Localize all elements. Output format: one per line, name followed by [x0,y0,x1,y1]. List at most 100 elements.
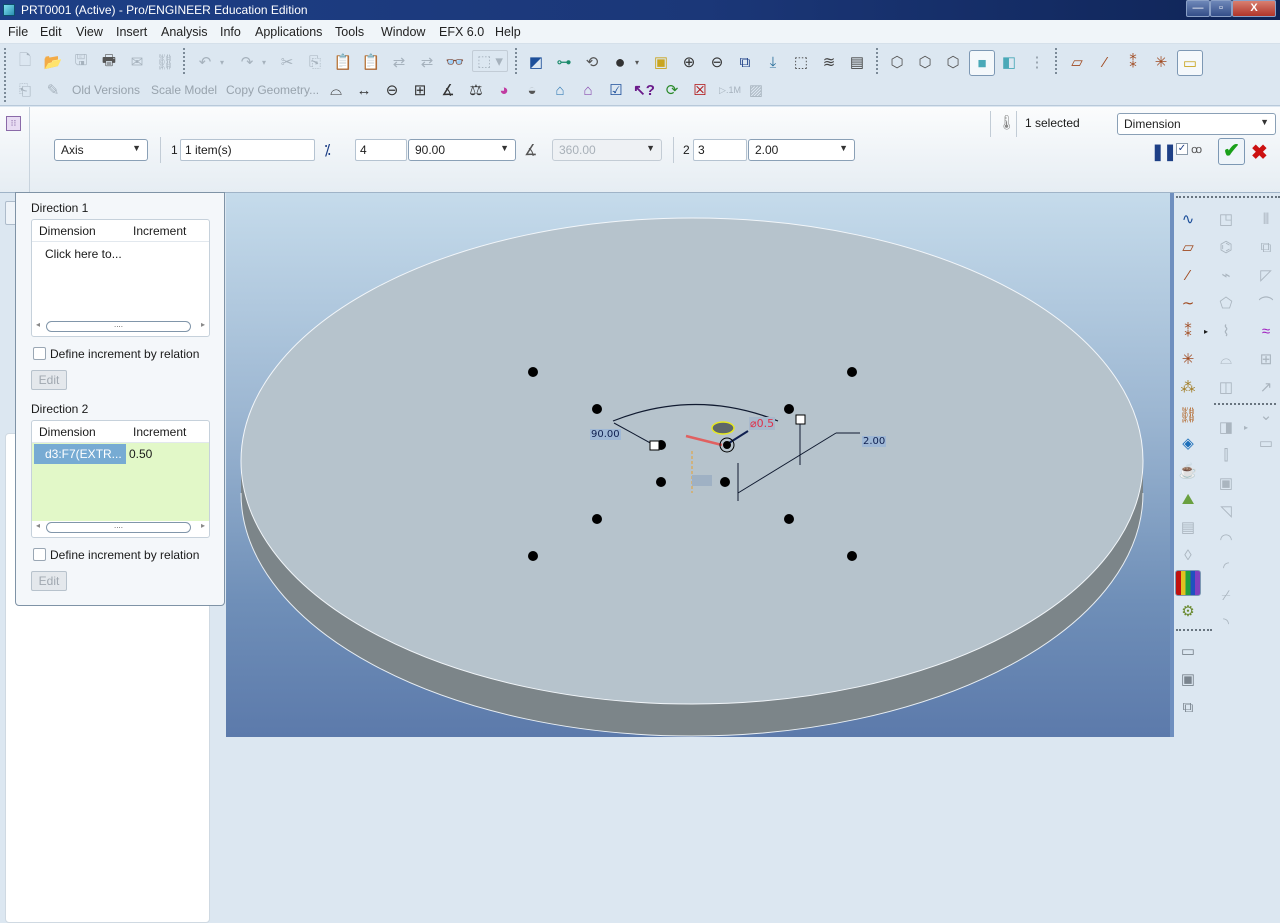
chamfer-icon[interactable]: ◜ [1214,555,1238,579]
direction1-relation-checkbox[interactable] [33,347,46,360]
fill-icon[interactable]: ◫ [1214,375,1238,399]
scroll-thumb[interactable]: .... [46,321,191,332]
no-hidden-icon[interactable]: ⬡ [942,51,964,73]
project-icon[interactable]: ↗ [1254,375,1278,399]
direction1-edit-button[interactable]: Edit [31,370,67,390]
direction2-relation-checkbox[interactable] [33,548,46,561]
layers-icon[interactable]: ≋ [818,51,840,73]
shading-edges-icon[interactable]: ◧ [998,51,1020,73]
close-button[interactable]: X [1232,0,1276,17]
toolbar-grip[interactable] [4,48,6,74]
model-tree-icon[interactable]: ⋮ [1026,51,1048,73]
measure-area-icon[interactable]: ⊞ [409,79,431,101]
save-icon[interactable]: 🖫 [70,51,92,73]
cancel-button[interactable]: ✖ [1251,140,1268,165]
shape-icon[interactable]: ◊ [1176,543,1200,567]
appearance-dropdown-icon[interactable]: ▾ [631,51,643,73]
measure-angle-icon[interactable]: ∡ [437,79,459,101]
menu-efx[interactable]: EFX 6.0 [439,25,484,39]
pattern-point[interactable] [847,367,857,377]
find-icon[interactable]: 👓 [444,51,466,73]
graphics-window[interactable]: 90.00 ⌀0.5 2.00 [226,193,1170,737]
shading-icon[interactable]: ■ [969,50,995,76]
save-copy-icon[interactable]: ⎗ [14,79,36,101]
teapot-icon[interactable]: ☕ [1176,459,1200,483]
direction1-table[interactable]: Dimension Increment Click here to... ◂ .… [31,219,210,337]
angular-extent-icon[interactable]: ∡ [524,141,537,159]
angle-dimension-label[interactable]: 90.00 [590,429,621,440]
toolbar-grip[interactable] [1176,196,1280,198]
paste-special-icon[interactable]: 📋 [360,51,382,73]
mass-properties-icon[interactable]: ⚖ [465,79,487,101]
send-link-icon[interactable]: ⛓ [154,51,176,73]
scroll-thumb[interactable]: .... [46,522,191,533]
table-row[interactable]: d3:F7(EXTR... 0.50 [32,444,209,464]
direction2-table[interactable]: Dimension Increment d3:F7(EXTR... 0.50 ◂… [31,420,210,538]
menu-analysis[interactable]: Analysis [161,25,208,39]
pattern-point[interactable] [784,404,794,414]
menu-file[interactable]: File [8,25,28,39]
mechanism-icon[interactable]: ⚙ [1176,599,1200,623]
horizontal-scrollbar[interactable]: ◂ .... ▸ [34,320,207,333]
pattern-point[interactable] [784,514,794,524]
flip-direction-icon[interactable]: ⁒ [324,141,331,159]
color-map-icon[interactable] [1175,570,1201,596]
zoom-out-icon[interactable]: ⊖ [706,51,728,73]
datum-point-icon[interactable]: ⁑ [1176,319,1200,343]
pattern-point[interactable] [847,551,857,561]
analysis-feature-icon[interactable]: ⁂ [1176,375,1200,399]
dim-param-icon[interactable]: ▷.1M [717,79,743,101]
datum-axis-icon[interactable]: ⁄ [1176,263,1200,287]
old-versions-button[interactable]: Old Versions [72,83,140,97]
spin-center-icon[interactable]: ⊶ [553,51,575,73]
draft-icon[interactable]: ◹ [1214,499,1238,523]
section-analysis-icon[interactable]: ⌂ [577,79,599,101]
menu-help[interactable]: Help [495,25,521,39]
copy-geometry-button[interactable]: Copy Geometry... [226,83,319,97]
hidden-line-icon[interactable]: ⬡ [914,51,936,73]
direction2-increment-select[interactable]: 2.00 ▼ [748,139,855,161]
pattern-point[interactable] [720,477,730,487]
undo-icon[interactable]: ↶ [194,51,216,73]
undo-dropdown-icon[interactable]: ▾ [216,51,228,73]
model-display-icon[interactable]: ▣ [650,51,672,73]
shell-icon[interactable]: ▣ [1214,471,1238,495]
maximize-button[interactable]: ▫ [1210,0,1232,17]
boundary-blend-icon[interactable]: ⌓ [1214,347,1238,371]
preview-checkbox[interactable]: ✓ [1176,143,1188,155]
mirror-part-icon[interactable]: ✎ [42,79,64,101]
send-mail-icon[interactable]: ✉ [126,51,148,73]
reorient-icon[interactable]: ⤓ [762,51,784,73]
redo-dropdown-icon[interactable]: ▾ [258,51,270,73]
pattern-point[interactable] [656,477,666,487]
sweep-icon[interactable]: ⌁ [1214,263,1238,287]
print-icon[interactable]: 🖶 [98,51,120,73]
direction2-edit-button[interactable]: Edit [31,571,67,591]
increment-dimension-label[interactable]: 2.00 [862,436,887,447]
sketch-icon[interactable]: ∿ [1176,207,1200,231]
extrude-icon[interactable]: ◳ [1214,207,1238,231]
cut-icon[interactable]: ✂ [276,51,298,73]
helical-sweep-icon[interactable]: ⌇ [1214,319,1238,343]
menu-edit[interactable]: Edit [40,25,62,39]
selection-box-icon[interactable]: ⬚ ▾ [472,50,508,72]
appearance-icon[interactable]: ● [609,51,631,73]
view-manager-icon[interactable]: ▤ [846,51,868,73]
style-state-icon[interactable]: ▭ [1176,639,1200,663]
scale-model-button[interactable]: Scale Model [151,83,217,97]
scroll-left-icon[interactable]: ◂ [36,320,40,329]
menu-applications[interactable]: Applications [255,25,322,39]
datum-axes-icon[interactable]: ⁄ [1094,51,1116,73]
redo-icon[interactable]: ↷ [236,51,258,73]
document-icon[interactable]: ▤ [1176,515,1200,539]
pattern-icon[interactable]: ⊞ [1254,347,1278,371]
window-activate-icon[interactable]: ☑ [605,79,627,101]
coordinate-system-icon[interactable]: ✳ [1176,347,1200,371]
pattern-point[interactable] [528,551,538,561]
pattern-point[interactable] [592,514,602,524]
add-dimension-placeholder[interactable]: Click here to... [45,247,122,261]
style-state-icon[interactable]: ▣ [1176,667,1200,691]
scroll-left-icon[interactable]: ◂ [36,521,40,530]
new-icon[interactable]: 🗋 [14,51,36,73]
repaint-icon[interactable]: ◩ [525,51,547,73]
